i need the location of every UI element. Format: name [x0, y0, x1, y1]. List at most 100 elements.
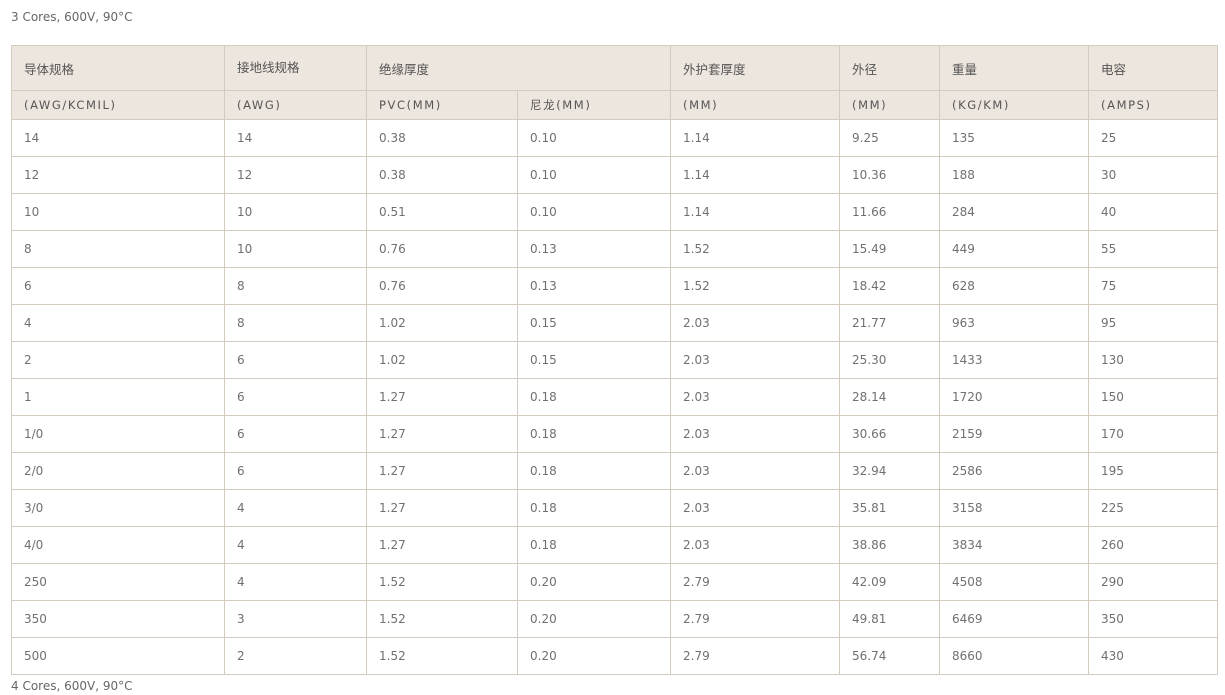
cell-jacket: 1.52 [670, 267, 841, 305]
cell-jacket: 1.14 [670, 193, 841, 231]
cell-pvc: 0.76 [366, 267, 518, 305]
table-row: 8 10 0.76 0.13 1.52 15.49 449 55 [11, 230, 1219, 268]
cell-ground: 12 [224, 156, 367, 194]
cell-weight: 3158 [939, 489, 1090, 527]
table-row: 500 2 1.52 0.20 2.79 56.74 8660 430 [11, 637, 1219, 675]
cell-nylon: 0.20 [516, 600, 672, 638]
table-caption-4-cores: 4 Cores, 600V, 90°C [11, 679, 133, 693]
cell-od: 28.14 [839, 378, 941, 416]
cell-nylon: 0.18 [516, 452, 672, 490]
cell-nylon: 0.18 [516, 378, 672, 416]
cell-ground: 4 [224, 489, 367, 527]
header-row-titles: 导体规格 接地线规格 绝缘厚度 外护套厚度 外径 重量 电容 [11, 45, 1219, 91]
cell-nylon: 0.20 [516, 637, 672, 675]
cell-weight: 6469 [939, 600, 1090, 638]
table-row: 4/0 4 1.27 0.18 2.03 38.86 3834 260 [11, 526, 1219, 564]
cell-od: 30.66 [839, 415, 941, 453]
cell-nylon: 0.18 [516, 489, 672, 527]
cell-nylon: 0.15 [516, 304, 672, 342]
cell-conductor: 4 [11, 304, 225, 342]
table-row: 4 8 1.02 0.15 2.03 21.77 963 95 [11, 304, 1219, 342]
cell-ground: 10 [224, 230, 367, 268]
table-row: 14 14 0.38 0.10 1.14 9.25 135 25 [11, 119, 1219, 157]
cell-od: 9.25 [839, 119, 941, 157]
table-row: 2/0 6 1.27 0.18 2.03 32.94 2586 195 [11, 452, 1219, 490]
header-conductor: 导体规格 [11, 45, 225, 91]
cell-capacity: 150 [1088, 378, 1219, 416]
table-row: 1 6 1.27 0.18 2.03 28.14 1720 150 [11, 378, 1219, 416]
cell-jacket: 2.79 [670, 600, 841, 638]
cell-nylon: 0.15 [516, 341, 672, 379]
cell-ground: 10 [224, 193, 367, 231]
header-row-units: (AWG/KCMIL) (AWG) PVC(MM) 尼龙(MM) (MM) (M… [11, 90, 1219, 120]
cell-od: 56.74 [839, 637, 941, 675]
cell-ground: 6 [224, 341, 367, 379]
cell-weight: 963 [939, 304, 1090, 342]
cell-od: 35.81 [839, 489, 941, 527]
header-capacity: 电容 [1088, 45, 1219, 91]
cell-od: 42.09 [839, 563, 941, 601]
cell-ground: 6 [224, 378, 367, 416]
cell-weight: 1720 [939, 378, 1090, 416]
table-row: 6 8 0.76 0.13 1.52 18.42 628 75 [11, 267, 1219, 305]
cable-spec-table: 导体规格 接地线规格 绝缘厚度 外护套厚度 外径 重量 电容 (AWG/KCMI… [11, 45, 1219, 675]
unit-weight: (KG/KM) [939, 90, 1090, 120]
cell-nylon: 0.10 [516, 193, 672, 231]
cell-conductor: 1 [11, 378, 225, 416]
cell-conductor: 350 [11, 600, 225, 638]
cell-capacity: 55 [1088, 230, 1219, 268]
unit-pvc: PVC(MM) [366, 90, 518, 120]
unit-od: (MM) [839, 90, 941, 120]
cell-ground: 6 [224, 452, 367, 490]
cell-conductor: 10 [11, 193, 225, 231]
cell-weight: 2586 [939, 452, 1090, 490]
cell-capacity: 30 [1088, 156, 1219, 194]
cell-nylon: 0.18 [516, 415, 672, 453]
cell-weight: 2159 [939, 415, 1090, 453]
table-row: 2 6 1.02 0.15 2.03 25.30 1433 130 [11, 341, 1219, 379]
table-row: 350 3 1.52 0.20 2.79 49.81 6469 350 [11, 600, 1219, 638]
cell-weight: 135 [939, 119, 1090, 157]
cell-pvc: 1.27 [366, 452, 518, 490]
cell-ground: 14 [224, 119, 367, 157]
cell-od: 49.81 [839, 600, 941, 638]
cell-pvc: 1.27 [366, 415, 518, 453]
cell-pvc: 1.27 [366, 378, 518, 416]
cell-jacket: 2.79 [670, 637, 841, 675]
cell-jacket: 2.03 [670, 415, 841, 453]
cell-conductor: 250 [11, 563, 225, 601]
cell-jacket: 1.14 [670, 156, 841, 194]
cell-conductor: 2/0 [11, 452, 225, 490]
header-ground: 接地线规格 [224, 45, 367, 91]
cell-nylon: 0.13 [516, 267, 672, 305]
cell-pvc: 0.38 [366, 156, 518, 194]
cell-od: 25.30 [839, 341, 941, 379]
cell-nylon: 0.10 [516, 119, 672, 157]
cell-jacket: 1.14 [670, 119, 841, 157]
cell-pvc: 1.27 [366, 489, 518, 527]
cell-nylon: 0.13 [516, 230, 672, 268]
cell-capacity: 25 [1088, 119, 1219, 157]
cell-jacket: 1.52 [670, 230, 841, 268]
cell-conductor: 14 [11, 119, 225, 157]
cell-od: 10.36 [839, 156, 941, 194]
header-weight: 重量 [939, 45, 1090, 91]
cell-conductor: 500 [11, 637, 225, 675]
cell-capacity: 350 [1088, 600, 1219, 638]
cell-ground: 8 [224, 304, 367, 342]
cell-capacity: 75 [1088, 267, 1219, 305]
cell-nylon: 0.20 [516, 563, 672, 601]
cell-ground: 8 [224, 267, 367, 305]
cell-pvc: 1.52 [366, 637, 518, 675]
cell-conductor: 8 [11, 230, 225, 268]
cell-pvc: 1.02 [366, 304, 518, 342]
unit-ground: (AWG) [224, 90, 367, 120]
cell-jacket: 2.03 [670, 341, 841, 379]
cell-jacket: 2.79 [670, 563, 841, 601]
cell-pvc: 1.52 [366, 600, 518, 638]
unit-nylon: 尼龙(MM) [516, 90, 672, 120]
cell-od: 21.77 [839, 304, 941, 342]
cell-capacity: 290 [1088, 563, 1219, 601]
cell-weight: 1433 [939, 341, 1090, 379]
cell-jacket: 2.03 [670, 378, 841, 416]
